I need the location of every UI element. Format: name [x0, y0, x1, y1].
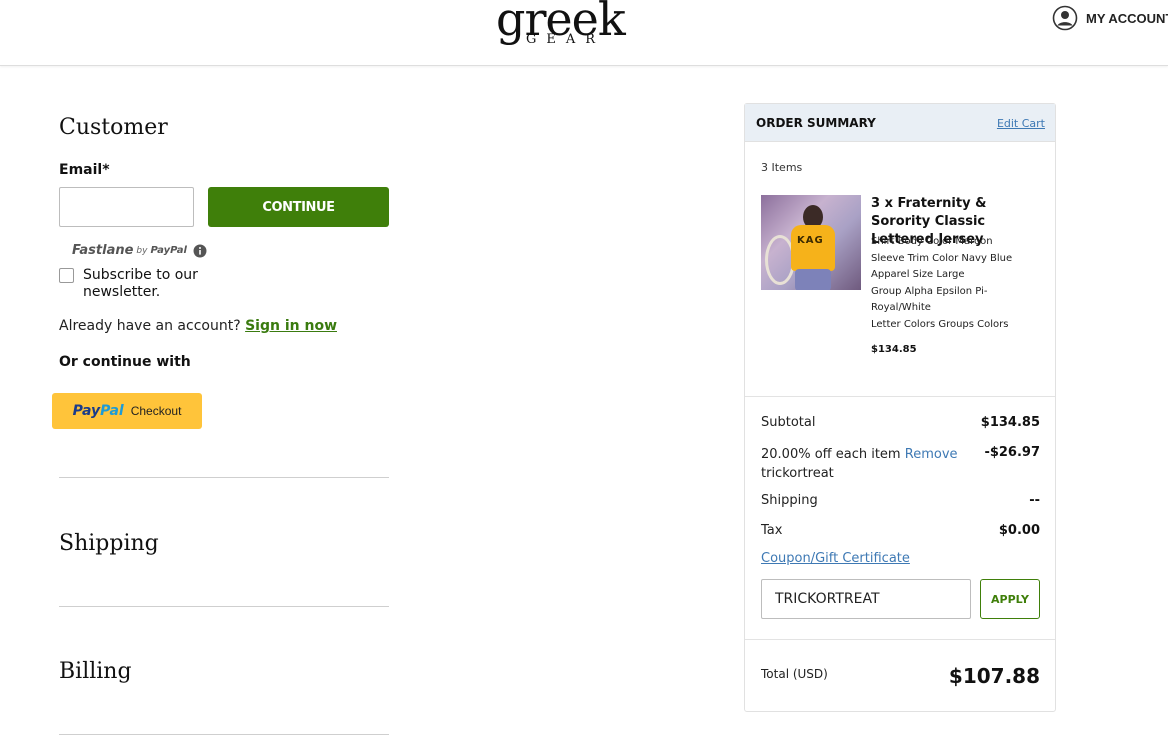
billing-title: Billing	[59, 659, 132, 684]
order-summary-panel: ORDER SUMMARY Edit Cart 3 Items KAG 3 x …	[744, 103, 1056, 712]
fastlane-by-paypal: Fastlane by PayPal	[72, 243, 207, 258]
continue-button[interactable]: CONTINUE	[208, 187, 389, 227]
product-option: Royal/White	[871, 302, 931, 313]
discount-code: trickortreat	[761, 466, 834, 481]
product-option: Sleeve Trim Color Navy Blue	[871, 253, 1013, 264]
remove-discount-link[interactable]: Remove	[905, 447, 958, 462]
order-summary-title: ORDER SUMMARY	[756, 116, 876, 130]
discount-description: 20.00% off each item	[761, 447, 901, 462]
or-continue-label: Or continue with	[59, 354, 191, 370]
paypal-logo-pay: Pay	[72, 403, 101, 419]
tax-label: Tax	[761, 523, 783, 538]
apply-coupon-button[interactable]: APPLY	[980, 579, 1040, 619]
fastlane-label: Fastlane	[72, 243, 134, 258]
total-label: Total (USD)	[761, 667, 828, 681]
summary-divider	[745, 639, 1055, 640]
newsletter-label: Subscribe to our newsletter.	[83, 267, 198, 300]
my-account-link[interactable]: MY ACCOUNT	[1052, 4, 1168, 32]
paypal-logo: PayPal	[73, 403, 124, 419]
my-account-label: MY ACCOUNT	[1086, 10, 1168, 26]
subtotal-label: Subtotal	[761, 415, 816, 430]
tax-value: $0.00	[998, 523, 1040, 538]
shipping-title: Shipping	[59, 531, 159, 556]
email-label: Email*	[59, 162, 110, 178]
product-option: Shirt Body Color Maroon	[871, 236, 993, 247]
account-prompt: Already have an account? Sign in now	[59, 318, 337, 334]
items-count: 3 Items	[761, 161, 803, 174]
fastlane-by-label: by	[136, 245, 148, 256]
section-divider	[59, 606, 389, 607]
product-option: Group Alpha Epsilon Pi-	[871, 286, 988, 297]
product-image-letters: KAG	[797, 235, 824, 246]
section-divider	[59, 477, 389, 478]
shipping-value: --	[1029, 493, 1040, 508]
user-icon	[1052, 5, 1078, 31]
product-price: $134.85	[871, 344, 917, 355]
discount-value: -$26.97	[984, 445, 1040, 460]
order-summary-header: ORDER SUMMARY Edit Cart	[745, 104, 1055, 142]
paypal-checkout-button[interactable]: PayPal Checkout	[52, 393, 202, 429]
coupon-code-input[interactable]	[761, 579, 971, 619]
fastlane-paypal-label: PayPal	[150, 245, 187, 256]
paypal-checkout-label: Checkout	[130, 404, 182, 418]
site-header: greek GEAR MY ACCOUNT	[0, 0, 1168, 66]
info-icon[interactable]	[193, 244, 207, 258]
account-prompt-text: Already have an account?	[59, 318, 241, 334]
sign-in-link[interactable]: Sign in now	[245, 318, 337, 334]
product-option: Letter Colors Groups Colors	[871, 319, 1009, 330]
section-divider	[59, 734, 389, 735]
shipping-label: Shipping	[761, 493, 818, 508]
coupon-gift-certificate-link[interactable]: Coupon/Gift Certificate	[761, 551, 910, 566]
newsletter-checkbox[interactable]	[59, 268, 74, 283]
customer-title: Customer	[59, 115, 168, 140]
subtotal-value: $134.85	[980, 415, 1040, 430]
total-value: $107.88	[948, 664, 1040, 688]
edit-cart-link[interactable]: Edit Cart	[997, 117, 1045, 130]
email-field[interactable]	[59, 187, 194, 227]
product-option: Apparel Size Large	[871, 269, 965, 280]
paypal-logo-pal: Pal	[100, 403, 124, 419]
summary-divider	[745, 396, 1055, 397]
greek-gear-logo[interactable]: greek GEAR	[494, 0, 626, 52]
product-image: KAG	[761, 195, 861, 290]
logo-subtitle: GEAR	[526, 32, 606, 47]
discount-label: 20.00% off each item Remove trickortreat	[761, 445, 971, 483]
